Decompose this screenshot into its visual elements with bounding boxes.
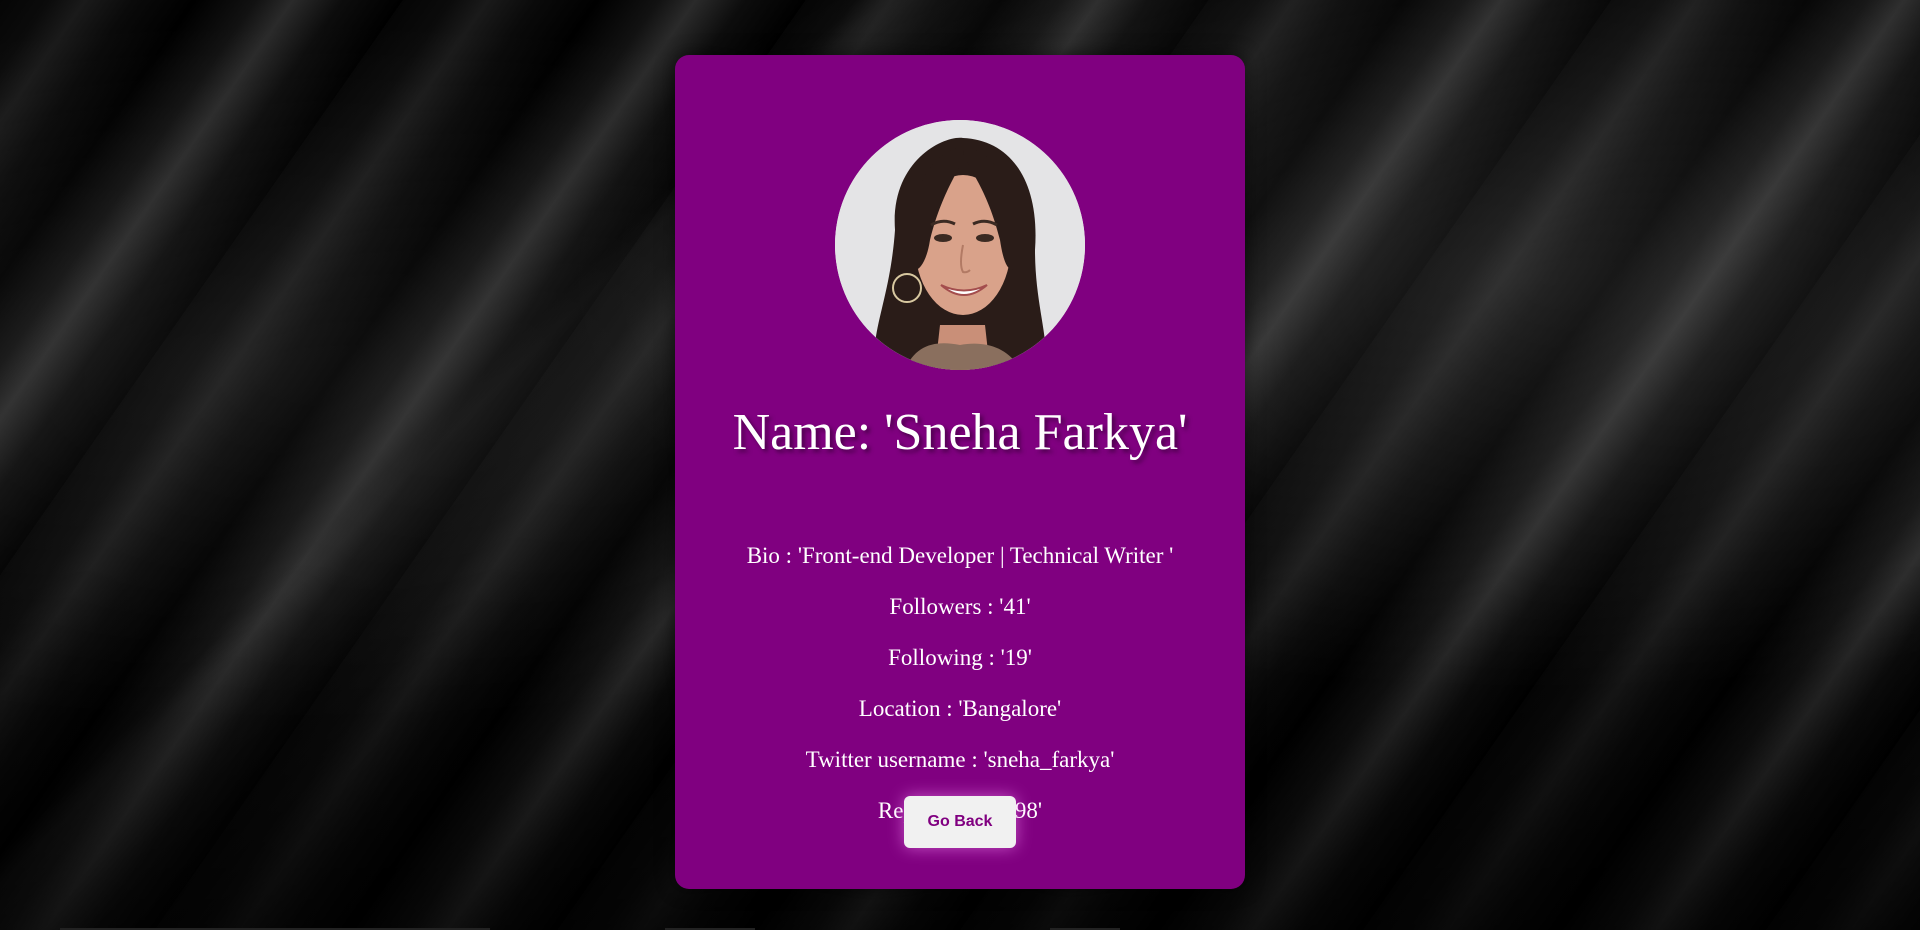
profile-twitter-username: Twitter username : 'sneha_farkya' [805,747,1115,772]
profile-card: Name: 'Sneha Farkya' Bio : 'Front-end De… [675,55,1245,889]
go-back-button[interactable]: Go Back [904,796,1016,848]
profile-bio: Bio : 'Front-end Developer | Technical W… [746,543,1174,568]
profile-name: Name: 'Sneha Farkya' [732,404,1188,461]
avatar [835,120,1085,370]
avatar-image [835,120,1085,370]
profile-location: Location : 'Bangalore' [858,696,1062,721]
profile-following: Following : '19' [888,645,1032,670]
profile-followers: Followers : '41' [889,594,1031,619]
